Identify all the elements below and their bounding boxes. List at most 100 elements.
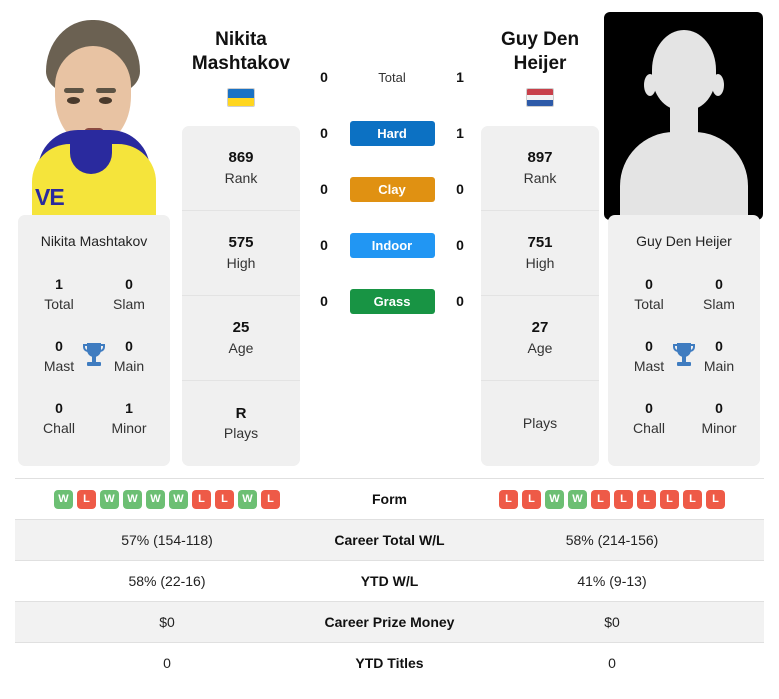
form-badge-loss[interactable]: L — [614, 489, 633, 509]
comparison-header: VE Nikita Mashtakov Guy Den Heijer 869 R… — [0, 0, 779, 478]
form-badge-win[interactable]: W — [568, 489, 587, 509]
attribute-label: Age — [527, 339, 553, 356]
player-comparison-page: VE Nikita Mashtakov Guy Den Heijer 869 R… — [0, 0, 779, 699]
right-value: 58% (214-156) — [565, 532, 659, 548]
form-badge-loss[interactable]: L — [706, 489, 725, 509]
right-player-photo[interactable] — [604, 12, 763, 220]
row-label: Form — [372, 491, 407, 507]
right-player-titles-card: Guy Den Heijer 0 Total 0 Slam 0 Mast 0 M… — [608, 215, 760, 466]
form-badge-loss[interactable]: L — [637, 489, 656, 509]
h2h-row-grass: 0 Grass 0 — [312, 286, 472, 316]
h2h-right-count: 1 — [456, 69, 464, 85]
h2h-row-clay: 0 Clay 0 — [312, 174, 472, 204]
titles-label: Minor — [701, 419, 737, 436]
right-form-cell: LLWWLLLLLL — [460, 489, 764, 509]
titles-chall: 0 Chall — [618, 399, 680, 438]
table-row-ytd-wl: 58% (22-16) YTD W/L 41% (9-13) — [15, 560, 764, 601]
titles-slam: 0 Slam — [688, 275, 750, 314]
trophy-icon — [668, 337, 700, 373]
left-player-name-line-1: Nikita — [215, 29, 267, 50]
form-badge-win[interactable]: W — [238, 489, 257, 509]
titles-card-player-name: Nikita Mashtakov — [40, 233, 148, 249]
titles-card-player-name: Guy Den Heijer — [636, 233, 732, 249]
left-value: 57% (154-118) — [121, 532, 213, 548]
h2h-row-hard: 0 Hard 1 — [312, 118, 472, 148]
h2h-surface-button-clay[interactable]: Clay — [349, 176, 435, 202]
attribute-rank: 897 Rank — [481, 126, 599, 211]
titles-grid: 0 Total 0 Slam 0 Mast 0 Main 0 Chall 0 M… — [608, 269, 760, 459]
titles-minor: 0 Minor — [688, 399, 750, 438]
titles-label: Slam — [703, 295, 735, 312]
h2h-surface-button-hard[interactable]: Hard — [349, 120, 435, 146]
titles-value: 0 — [55, 400, 63, 416]
form-badge-loss[interactable]: L — [591, 489, 610, 509]
attribute-label: Rank — [224, 169, 258, 186]
row-label: Career Prize Money — [324, 614, 455, 630]
trophy-icon — [78, 337, 110, 373]
left-player-photo[interactable]: VE — [8, 12, 167, 220]
attribute-label: Age — [228, 339, 254, 356]
titles-value: 0 — [715, 400, 723, 416]
left-player-titles-card: Nikita Mashtakov 1 Total 0 Slam 0 Mast 0… — [18, 215, 170, 466]
attribute-high: 751 High — [481, 211, 599, 296]
h2h-row-indoor: 0 Indoor 0 — [312, 230, 472, 260]
attribute-age: 25 Age — [182, 296, 300, 381]
attribute-value: 751 — [527, 234, 553, 252]
titles-total: 1 Total — [28, 275, 90, 314]
h2h-left-count: 0 — [320, 125, 328, 141]
form-badge-win[interactable]: W — [146, 489, 165, 509]
portrait-brow-right — [96, 88, 116, 93]
right-value: 41% (9-13) — [577, 573, 647, 589]
titles-grid: 1 Total 0 Slam 0 Mast 0 Main 0 Chall 1 M… — [18, 269, 170, 459]
left-value: 58% (22-16) — [128, 573, 206, 589]
right-player-name[interactable]: Guy Den Heijer — [477, 28, 603, 77]
attribute-rank: 869 Rank — [182, 126, 300, 211]
table-row-career-prize-money: $0 Career Prize Money $0 — [15, 601, 764, 642]
form-badge-loss[interactable]: L — [215, 489, 234, 509]
h2h-surface-button-indoor[interactable]: Indoor — [349, 232, 435, 258]
left-player-name[interactable]: Nikita Mashtakov — [178, 28, 304, 77]
titles-label: Chall — [43, 419, 75, 436]
attribute-label: Plays — [522, 415, 558, 432]
titles-label: Slam — [113, 295, 145, 312]
portrait-eye-right — [99, 97, 112, 104]
titles-label: Minor — [111, 419, 147, 436]
titles-value: 1 — [55, 276, 63, 292]
h2h-left-count: 0 — [320, 181, 328, 197]
right-value: 0 — [608, 655, 616, 671]
ukraine-flag-icon — [227, 88, 255, 107]
form-badge-loss[interactable]: L — [261, 489, 280, 509]
row-label: YTD Titles — [355, 655, 424, 671]
portrait-kit-logo: VE — [35, 184, 65, 210]
h2h-right-count: 1 — [456, 125, 464, 141]
attribute-label: High — [226, 254, 256, 271]
titles-label: Chall — [633, 419, 665, 436]
right-player-name-line-1: Guy Den — [500, 29, 580, 50]
left-player-portrait: VE — [8, 12, 167, 220]
attribute-plays: R Plays — [182, 381, 300, 466]
form-badge-loss[interactable]: L — [683, 489, 702, 509]
table-row-career-total-wl: 57% (154-118) Career Total W/L 58% (214-… — [15, 519, 764, 560]
form-badge-loss[interactable]: L — [77, 489, 96, 509]
form-badge-win[interactable]: W — [123, 489, 142, 509]
form-badge-loss[interactable]: L — [660, 489, 679, 509]
titles-value: 0 — [715, 276, 723, 292]
attribute-value: 27 — [531, 319, 549, 337]
form-badge-win[interactable]: W — [54, 489, 73, 509]
h2h-surface-button-grass[interactable]: Grass — [349, 288, 435, 314]
form-badge-win[interactable]: W — [100, 489, 119, 509]
left-value: 0 — [163, 655, 171, 671]
left-form-cell: WLWWWWLLWL — [15, 489, 319, 509]
form-badge-win[interactable]: W — [169, 489, 188, 509]
titles-slam: 0 Slam — [98, 275, 160, 314]
silhouette-body — [620, 132, 748, 220]
titles-chall: 0 Chall — [28, 399, 90, 438]
form-badge-loss[interactable]: L — [522, 489, 541, 509]
form-badge-loss[interactable]: L — [499, 489, 518, 509]
flag-band-blue — [228, 89, 254, 98]
titles-minor: 1 Minor — [98, 399, 160, 438]
attribute-value: 869 — [228, 149, 254, 167]
attribute-label: High — [525, 254, 555, 271]
form-badge-loss[interactable]: L — [192, 489, 211, 509]
form-badge-win[interactable]: W — [545, 489, 564, 509]
